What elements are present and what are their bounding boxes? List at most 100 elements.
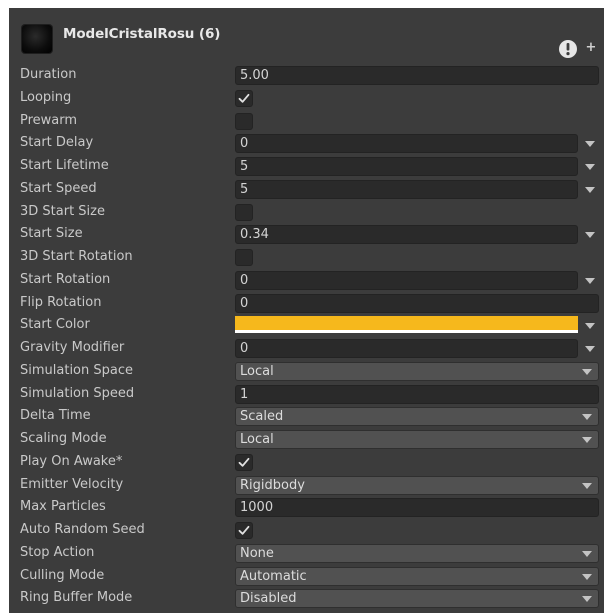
chevron-down-icon [582, 550, 592, 557]
row-simulation-speed: Simulation Speed 1 [9, 384, 604, 407]
emitter-velocity-dropdown[interactable]: Rigidbody [235, 475, 599, 495]
start-color-swatch[interactable] [235, 316, 578, 331]
auto-random-seed-checkbox[interactable] [235, 522, 253, 539]
prewarm-checkbox[interactable] [235, 112, 253, 130]
chevron-down-icon [582, 414, 592, 421]
delta-time-selected-value: Scaled [240, 409, 284, 425]
label-start-delay: Start Delay [20, 135, 94, 151]
add-icon[interactable]: + [585, 41, 597, 55]
culling-mode-selected-value: Automatic [240, 568, 307, 584]
chevron-down-icon [582, 596, 592, 603]
label-emitter-velocity: Emitter Velocity [20, 476, 124, 492]
play-on-awake-checkbox[interactable] [235, 453, 253, 471]
3d-start-size-checkbox[interactable] [235, 203, 253, 221]
simulation-space-selected-value: Local [240, 363, 274, 379]
checkmark-icon [238, 93, 250, 103]
start-size-input[interactable]: 0.34 [235, 225, 578, 245]
start-delay-input[interactable]: 0 [235, 134, 578, 154]
label-play-on-awake: Play On Awake* [20, 453, 123, 469]
row-max-particles: Max Particles 1000 [9, 497, 604, 520]
start-size-mode-chevron-icon[interactable] [585, 232, 595, 239]
label-start-rotation: Start Rotation [20, 271, 111, 287]
ring-buffer-mode-selected-value: Disabled [240, 591, 297, 607]
delta-time-dropdown[interactable]: Scaled [235, 407, 599, 427]
emitter-velocity-selected-value: Rigidbody [240, 477, 305, 493]
row-start-color: Start Color [9, 315, 604, 338]
label-auto-random-seed: Auto Random Seed [20, 522, 145, 537]
gravity-modifier-input[interactable]: 0 [235, 339, 578, 358]
row-3d-start-rotation: 3D Start Rotation [9, 247, 604, 270]
label-max-particles: Max Particles [20, 499, 106, 515]
label-start-lifetime: Start Lifetime [20, 158, 109, 173]
chevron-down-icon [582, 573, 592, 580]
start-speed-input[interactable]: 5 [235, 179, 578, 199]
duration-input[interactable]: 5.00 [235, 66, 599, 85]
checkmark-icon [238, 457, 250, 467]
label-prewarm: Prewarm [20, 112, 78, 128]
label-gravity-modifier: Gravity Modifier [20, 340, 125, 355]
label-ring-buffer-mode: Ring Buffer Mode [20, 590, 133, 606]
row-looping: Looping [9, 88, 604, 111]
start-color-mode-chevron-icon[interactable] [585, 323, 595, 330]
row-start-rotation: Start Rotation 0 [9, 270, 604, 293]
chevron-down-icon [582, 482, 592, 489]
label-3d-start-rotation: 3D Start Rotation [20, 249, 133, 264]
row-prewarm: Prewarm [9, 111, 604, 134]
start-lifetime-mode-chevron-icon[interactable] [585, 164, 595, 170]
settings-list: Duration 5.00 Looping Prewarm Start Delay 0 St… [9, 65, 604, 611]
label-start-color: Start Color [20, 317, 90, 333]
row-start-size: Start Size 0.34 [9, 224, 604, 247]
simulation-speed-input[interactable]: 1 [235, 384, 599, 404]
label-stop-action: Stop Action [20, 544, 95, 560]
scaling-mode-dropdown[interactable]: Local [235, 430, 599, 449]
component-title: ModelCristalRosu (6) [63, 26, 221, 42]
row-flip-rotation: Flip Rotation 0 [9, 293, 604, 316]
start-lifetime-input[interactable]: 5 [235, 157, 578, 176]
row-simulation-space: Simulation Space Local [9, 361, 604, 384]
flip-rotation-input[interactable]: 0 [235, 293, 599, 313]
row-auto-random-seed: Auto Random Seed [9, 520, 604, 543]
3d-start-rotation-checkbox[interactable] [235, 249, 253, 266]
looping-checkbox[interactable] [235, 89, 253, 107]
start-rotation-mode-chevron-icon[interactable] [585, 277, 595, 284]
row-scaling-mode: Scaling Mode Local [9, 429, 604, 452]
ring-buffer-mode-dropdown[interactable]: Disabled [235, 589, 599, 609]
culling-mode-dropdown[interactable]: Automatic [235, 566, 599, 586]
stop-action-selected-value: None [240, 545, 274, 561]
label-delta-time: Delta Time [20, 408, 91, 424]
particle-system-icon [22, 25, 52, 53]
scaling-mode-selected-value: Local [240, 432, 274, 447]
row-gravity-modifier: Gravity Modifier 0 [9, 338, 604, 361]
label-3d-start-size: 3D Start Size [20, 203, 105, 219]
row-delta-time: Delta Time Scaled [9, 406, 604, 429]
label-flip-rotation: Flip Rotation [20, 294, 102, 310]
row-culling-mode: Culling Mode Automatic [9, 566, 604, 589]
row-emitter-velocity: Emitter Velocity Rigidbody [9, 475, 604, 498]
max-particles-input[interactable]: 1000 [235, 498, 599, 518]
component-header[interactable]: ModelCristalRosu (6) + [9, 8, 604, 64]
row-start-speed: Start Speed 5 [9, 179, 604, 202]
label-looping: Looping [20, 89, 72, 105]
label-duration: Duration [20, 67, 77, 82]
start-rotation-input[interactable]: 0 [235, 270, 578, 290]
checkmark-icon [238, 525, 250, 535]
chevron-down-icon [582, 368, 592, 375]
label-simulation-speed: Simulation Speed [20, 385, 135, 401]
row-ring-buffer-mode: Ring Buffer Mode Disabled [9, 588, 604, 611]
warning-icon[interactable] [557, 39, 579, 59]
start-speed-mode-chevron-icon[interactable] [585, 186, 595, 193]
row-start-lifetime: Start Lifetime 5 [9, 156, 604, 179]
row-start-delay: Start Delay 0 [9, 133, 604, 156]
start-delay-mode-chevron-icon[interactable] [585, 141, 595, 148]
label-culling-mode: Culling Mode [20, 567, 105, 583]
particle-system-inspector: ModelCristalRosu (6) + Duration 5.00 Loopi… [9, 8, 604, 613]
stop-action-dropdown[interactable]: None [235, 543, 599, 563]
row-stop-action: Stop Action None [9, 543, 604, 566]
simulation-space-dropdown[interactable]: Local [235, 361, 599, 381]
chevron-down-icon [582, 437, 592, 443]
row-play-on-awake: Play On Awake* [9, 452, 604, 475]
row-3d-start-size: 3D Start Size [9, 202, 604, 225]
start-color-alpha-bar [235, 330, 578, 334]
label-scaling-mode: Scaling Mode [20, 431, 107, 446]
gravity-modifier-mode-chevron-icon[interactable] [585, 346, 595, 352]
